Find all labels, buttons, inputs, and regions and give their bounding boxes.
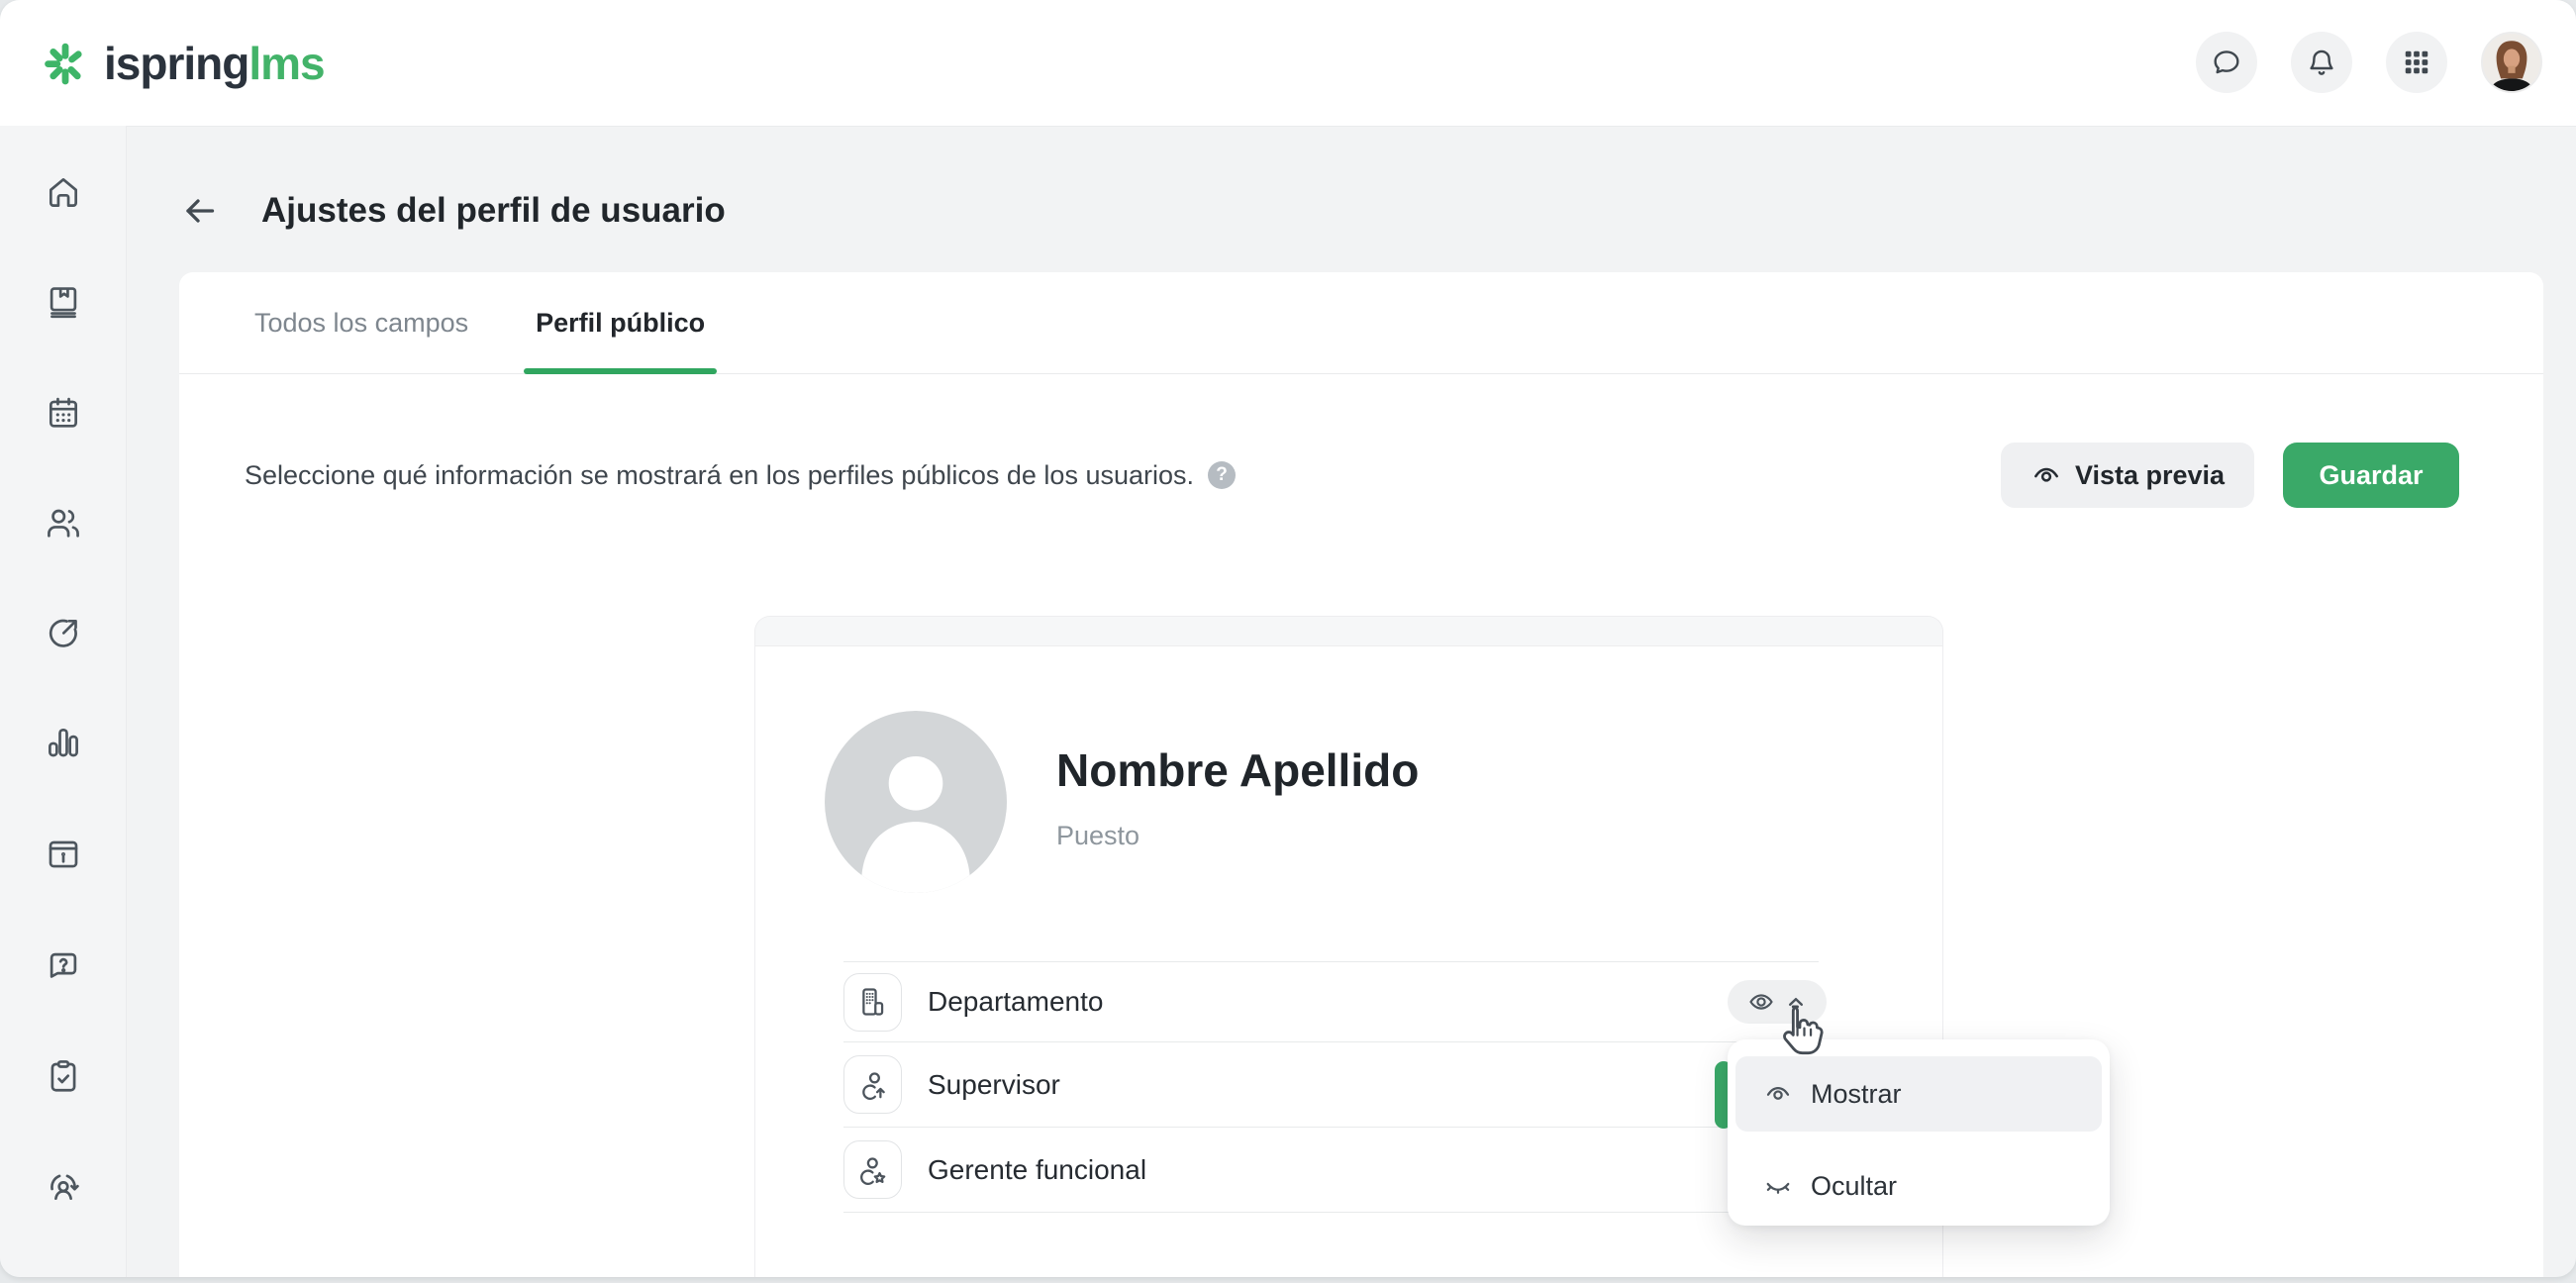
- book-icon: [45, 283, 82, 321]
- target-arrow-icon: [45, 614, 82, 651]
- profile-fields-list: Departamento: [843, 961, 1819, 1213]
- field-row-gerente-funcional: Gerente funcional: [843, 1128, 1819, 1213]
- sidebar-item-home[interactable]: [40, 168, 87, 216]
- arrow-left-icon: [180, 191, 220, 231]
- logo-text: ispringlms: [104, 41, 325, 86]
- visibility-dropdown: Mostrar Ocultar: [1728, 1039, 2110, 1226]
- app-window: ispringlms: [0, 0, 2576, 1277]
- sidebar-item-reports[interactable]: [40, 719, 87, 766]
- ispring-burst-icon: [42, 40, 89, 87]
- calendar-icon: [45, 394, 82, 432]
- tabs-bar: Todos los campos Perfil público: [179, 272, 2543, 374]
- field-icon-box: [843, 1140, 902, 1199]
- dropdown-item-ocultar[interactable]: Ocultar: [1735, 1148, 2102, 1224]
- eye-preview-icon: [2031, 459, 2062, 491]
- back-button[interactable]: [176, 187, 224, 235]
- sidebar: [0, 126, 127, 1277]
- profile-position: Puesto: [1056, 821, 1139, 851]
- sidebar-item-users[interactable]: [40, 499, 87, 546]
- help-bubble-icon: [45, 947, 82, 985]
- tab-all-fields[interactable]: Todos los campos: [243, 272, 480, 373]
- eye-open-icon: [1763, 1079, 1793, 1109]
- field-row-departamento: Departamento: [843, 962, 1819, 1042]
- sidebar-item-calendar[interactable]: [40, 389, 87, 437]
- user-avatar[interactable]: [2481, 32, 2542, 93]
- ispring-logo: ispringlms: [42, 0, 325, 126]
- sidebar-item-training360[interactable]: [40, 1162, 87, 1210]
- header-actions: [2196, 32, 2542, 93]
- sidebar-item-book[interactable]: [40, 278, 87, 326]
- users-icon: [45, 504, 82, 542]
- chevron-up-icon: [1784, 990, 1808, 1014]
- bell-icon: [2306, 47, 2337, 78]
- settings-panel: Todos los campos Perfil público Seleccio…: [179, 272, 2543, 1277]
- tab-public-profile[interactable]: Perfil público: [524, 272, 717, 373]
- apps-button[interactable]: [2386, 32, 2447, 93]
- eye-closed-icon: [1763, 1171, 1793, 1201]
- user-360-icon: [45, 1167, 82, 1205]
- sidebar-item-tasks[interactable]: [40, 1052, 87, 1100]
- field-label: Supervisor: [928, 1069, 1060, 1101]
- person-silhouette-icon: [825, 711, 1007, 893]
- save-button[interactable]: Guardar: [2283, 443, 2459, 508]
- field-icon-box: [843, 973, 902, 1032]
- user-avatar-photo: [2483, 34, 2540, 91]
- sidebar-item-catalog[interactable]: [40, 831, 87, 878]
- field-icon-box: [843, 1055, 902, 1114]
- preview-button[interactable]: Vista previa: [2001, 443, 2254, 508]
- apps-grid-icon: [2402, 48, 2431, 77]
- app-header: ispringlms: [0, 0, 2576, 127]
- chat-icon: [2211, 47, 2242, 78]
- sidebar-item-help[interactable]: [40, 942, 87, 990]
- sidebar-item-goals[interactable]: [40, 609, 87, 656]
- building-icon: [856, 985, 890, 1019]
- notifications-button[interactable]: [2291, 32, 2352, 93]
- help-icon[interactable]: ?: [1208, 461, 1236, 489]
- card-top-band: [755, 617, 1942, 646]
- field-label: Departamento: [928, 986, 1103, 1018]
- page-title: Ajustes del perfil de usuario: [261, 187, 726, 235]
- dropdown-item-mostrar[interactable]: Mostrar: [1735, 1056, 2102, 1132]
- profile-name: Nombre Apellido: [1056, 743, 1419, 797]
- avatar-placeholder: [825, 711, 1007, 893]
- info-window-icon: [45, 836, 82, 873]
- visibility-toggle-departamento[interactable]: [1728, 980, 1827, 1024]
- field-label: Gerente funcional: [928, 1154, 1146, 1186]
- instruction-row: Seleccione qué información se mostrará e…: [245, 455, 1236, 495]
- clipboard-check-icon: [45, 1057, 82, 1095]
- eye-visible-icon: [1746, 987, 1776, 1017]
- field-row-supervisor: Supervisor: [843, 1042, 1819, 1128]
- home-icon: [45, 173, 82, 211]
- instruction-text: Seleccione qué información se mostrará e…: [245, 460, 1194, 491]
- bar-chart-icon: [45, 724, 82, 761]
- user-arrow-up-icon: [856, 1068, 890, 1102]
- user-star-icon: [856, 1153, 890, 1187]
- messages-button[interactable]: [2196, 32, 2257, 93]
